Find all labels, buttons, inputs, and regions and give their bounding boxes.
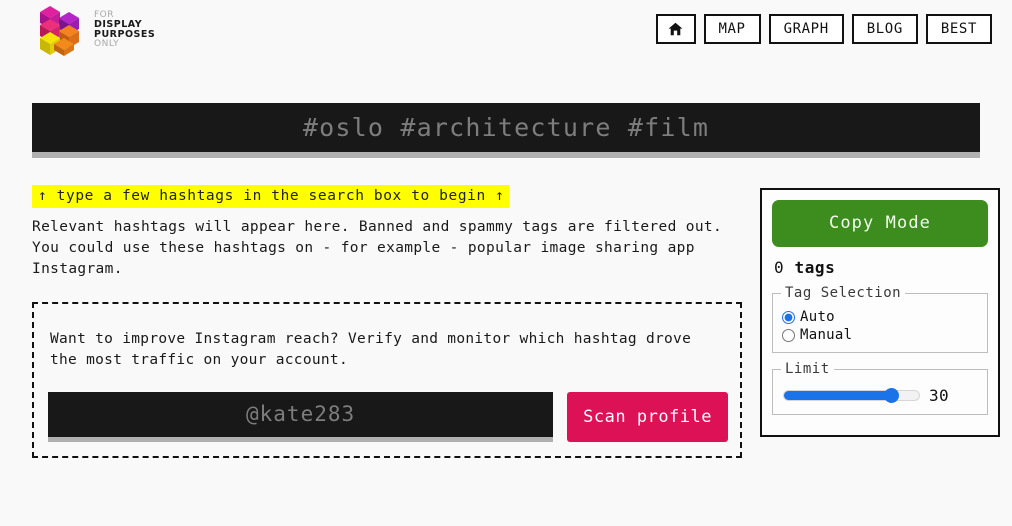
main-content: ↑ type a few hashtags in the search box … <box>0 185 1012 458</box>
isometric-cubes-logo-icon <box>40 6 79 56</box>
options-panel: Copy Mode 0 tags Tag Selection Auto Manu… <box>760 188 1000 437</box>
limit-value: 30 <box>929 386 950 405</box>
limit-row: 30 <box>781 383 979 406</box>
options-column: Copy Mode 0 tags Tag Selection Auto Manu… <box>760 188 1000 437</box>
tag-selection-option-manual[interactable]: Manual <box>782 327 979 343</box>
profile-input-underline <box>48 436 554 442</box>
hashtag-search-input[interactable] <box>32 103 980 152</box>
promo-text: Want to improve Instagram reach? Verify … <box>50 330 692 368</box>
instagram-username-input[interactable] <box>48 391 554 437</box>
logo-wordmark: FOR DISPLAY PURPOSES ONLY <box>94 10 155 49</box>
tag-selection-label-manual: Manual <box>800 327 853 343</box>
site-logo[interactable]: FOR DISPLAY PURPOSES ONLY <box>36 3 155 57</box>
tag-selection-radio-manual[interactable] <box>782 328 795 342</box>
tag-count-label: tags <box>794 258 836 277</box>
tag-count-number: 0 <box>774 258 785 277</box>
search-underline <box>32 152 980 158</box>
tag-selection-fieldset: Tag Selection Auto Manual <box>772 285 988 353</box>
tag-selection-legend: Tag Selection <box>785 285 902 301</box>
nav-map-button[interactable]: MAP <box>703 14 761 44</box>
nav-graph-button[interactable]: GRAPH <box>768 14 844 44</box>
hashtag-search-area <box>32 103 980 158</box>
main-navigation: MAP GRAPH BLOG BEST <box>655 14 992 44</box>
scan-profile-button[interactable]: Scan profile <box>567 391 728 442</box>
profile-input-wrapper <box>48 391 554 442</box>
top-bar: FOR DISPLAY PURPOSES ONLY MAP GRAPH BLOG… <box>0 0 1012 62</box>
logo-line-only: ONLY <box>94 38 120 49</box>
limit-slider[interactable] <box>783 389 920 402</box>
search-hint-banner: ↑ type a few hashtags in the search box … <box>32 185 509 209</box>
tag-selection-label-auto: Auto <box>800 309 835 325</box>
limit-fieldset: Limit 30 <box>772 361 988 415</box>
limit-legend: Limit <box>785 361 830 377</box>
nav-blog-button[interactable]: BLOG <box>851 14 918 44</box>
nav-home-button[interactable] <box>655 14 696 44</box>
home-icon <box>668 22 683 36</box>
promo-form: Scan profile <box>48 391 728 442</box>
tag-count: 0 tags <box>774 258 988 277</box>
results-description: Relevant hashtags will appear here. Bann… <box>32 219 723 277</box>
results-column: ↑ type a few hashtags in the search box … <box>32 185 744 458</box>
promo-box: Want to improve Instagram reach? Verify … <box>32 301 742 458</box>
tag-selection-option-auto[interactable]: Auto <box>782 309 979 325</box>
nav-best-button[interactable]: BEST <box>925 14 992 44</box>
copy-mode-button[interactable]: Copy Mode <box>772 200 988 247</box>
tag-selection-radio-auto[interactable] <box>782 310 795 324</box>
